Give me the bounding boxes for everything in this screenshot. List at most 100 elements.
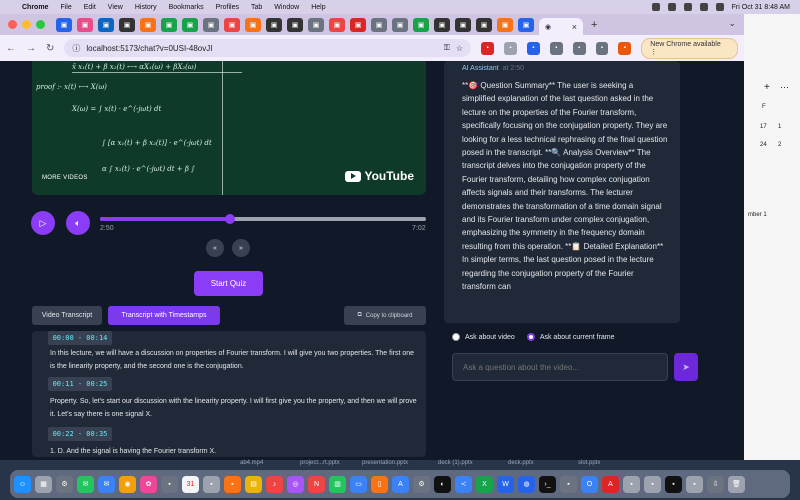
mail-icon[interactable]: ✉ xyxy=(98,475,115,493)
status-icon[interactable] xyxy=(667,3,676,11)
radio-ask-video[interactable]: Ask about video xyxy=(452,333,515,341)
active-tab[interactable]: ◉ × xyxy=(539,18,583,35)
back-icon[interactable]: ← xyxy=(6,43,16,54)
desktop-file[interactable]: ab4.mp4 xyxy=(240,460,263,466)
forward-icon[interactable]: → xyxy=(26,43,36,54)
ask-question-input[interactable] xyxy=(452,353,668,381)
profile-avatar-icon[interactable]: ▪ xyxy=(618,41,632,55)
tab-favicon[interactable]: ▣ xyxy=(476,17,492,32)
tab-favicon[interactable]: ▣ xyxy=(455,17,471,32)
menu-app-name[interactable]: Chrome xyxy=(22,4,48,11)
menu-icon[interactable]: ⋯ xyxy=(780,82,789,93)
control-center-icon[interactable] xyxy=(715,3,724,11)
seek-bar[interactable] xyxy=(100,214,426,224)
word-icon[interactable]: W xyxy=(497,475,514,493)
app-icon[interactable]: ▪ xyxy=(686,475,703,493)
tab-favicon[interactable]: ▣ xyxy=(392,17,408,32)
system-settings-icon[interactable]: ⚙ xyxy=(413,475,430,493)
trash-icon[interactable]: 🗑︎ xyxy=(728,475,745,493)
extension-icon[interactable]: ▪ xyxy=(526,41,540,55)
app-store-icon[interactable]: A xyxy=(392,475,409,493)
tab-favicon[interactable]: ▣ xyxy=(56,17,72,32)
close-window-button[interactable] xyxy=(8,20,17,29)
timestamp-badge[interactable]: 00:22 - 00:35 xyxy=(48,427,112,441)
site-info-icon[interactable]: ⓘ xyxy=(72,43,80,54)
minimize-window-button[interactable] xyxy=(22,20,31,29)
vscode-icon[interactable]: ≺ xyxy=(455,475,472,493)
video-player[interactable]: x̄ x₁(t) + β x₂(t) ⟷ αX₁(ω) + βX₂(ω) pro… xyxy=(32,61,426,195)
tab-favicon[interactable]: ▣ xyxy=(77,17,93,32)
app-icon[interactable]: ▪ xyxy=(665,475,682,493)
desktop-file[interactable]: slot.pptx xyxy=(578,460,600,466)
podcasts-icon[interactable]: ◎ xyxy=(287,475,304,493)
news-icon[interactable]: N xyxy=(308,475,325,493)
close-tab-icon[interactable]: × xyxy=(572,22,577,32)
tab-favicon[interactable]: ▣ xyxy=(497,17,513,32)
menu-profiles[interactable]: Profiles xyxy=(216,4,239,11)
menu-tab[interactable]: Tab xyxy=(251,4,262,11)
radio-dot-selected[interactable] xyxy=(526,333,535,341)
tab-favicon[interactable]: ▣ xyxy=(119,17,135,32)
timestamp-badge[interactable]: 00:00 - 00:14 xyxy=(48,331,112,345)
menu-window[interactable]: Window xyxy=(274,4,299,11)
menu-bookmarks[interactable]: Bookmarks xyxy=(169,4,204,11)
acrobat-icon[interactable]: A xyxy=(602,475,619,493)
tab-transcript-timestamps[interactable]: Transcript with Timestamps xyxy=(108,306,220,325)
bookmark-star-icon[interactable]: ☆ xyxy=(456,44,463,53)
app-icon[interactable]: ▪ xyxy=(560,475,577,493)
tab-favicon[interactable]: ▣ xyxy=(434,17,450,32)
address-bar[interactable]: ⓘ localhost:5173/chat?v=0USI-48ovJI ⚿ ☆ xyxy=(64,39,472,57)
keynote-icon[interactable]: ▭ xyxy=(350,475,367,493)
tab-favicon[interactable]: ▣ xyxy=(98,17,114,32)
photos-icon[interactable]: ✿ xyxy=(140,475,157,493)
finder-icon[interactable]: ☺ xyxy=(14,475,31,493)
tab-favicon[interactable]: ▣ xyxy=(329,17,345,32)
tab-favicon[interactable]: ▣ xyxy=(413,17,429,32)
transcript-panel[interactable]: 00:00 - 00:14 In this lecture, we will h… xyxy=(32,331,426,457)
play-button[interactable]: ▷ xyxy=(31,211,55,235)
more-videos-label[interactable]: MORE VIDEOS xyxy=(42,175,88,181)
menu-edit[interactable]: Edit xyxy=(84,4,96,11)
tab-video-transcript[interactable]: Video Transcript xyxy=(32,306,102,325)
desktop-file[interactable]: deck.pptx xyxy=(508,460,534,466)
downloads-icon[interactable]: ⇩ xyxy=(707,475,724,493)
tab-favicon[interactable]: ▣ xyxy=(140,17,156,32)
menu-view[interactable]: View xyxy=(108,4,123,11)
chrome-icon[interactable]: ◉ xyxy=(119,475,136,493)
app-icon[interactable]: ▪ xyxy=(623,475,640,493)
terminal-icon[interactable]: ›_ xyxy=(539,475,556,493)
tab-favicon[interactable]: ▣ xyxy=(518,17,534,32)
radio-dot[interactable] xyxy=(452,333,460,341)
zoom-window-button[interactable] xyxy=(36,20,45,29)
notes-icon[interactable]: ▤ xyxy=(245,475,262,493)
app-icon[interactable]: ◐ xyxy=(434,475,451,493)
rewind-button[interactable]: « xyxy=(206,239,224,257)
extension-icon[interactable]: ▪ xyxy=(481,41,494,55)
menu-help[interactable]: Help xyxy=(311,4,325,11)
messages-icon[interactable]: ✉ xyxy=(77,475,94,493)
music-icon[interactable]: ♪ xyxy=(266,475,283,493)
tab-favicon[interactable]: ▣ xyxy=(350,17,366,32)
url-text[interactable]: localhost:5173/chat?v=0USI-48ovJI xyxy=(86,44,437,53)
excel-icon[interactable]: X xyxy=(476,475,493,493)
tab-favicon[interactable]: ▣ xyxy=(203,17,219,32)
desktop-file[interactable]: project...rt.pptx xyxy=(300,460,340,466)
volume-button[interactable]: 🔈︎ xyxy=(66,211,90,235)
tab-search-icon[interactable]: ⌄ xyxy=(728,18,736,29)
radio-ask-frame[interactable]: Ask about current frame xyxy=(526,333,615,341)
copy-to-clipboard-button[interactable]: ⧉ Copy to clipboard xyxy=(344,306,426,325)
status-icon[interactable] xyxy=(683,3,692,11)
fast-forward-button[interactable]: » xyxy=(232,239,250,257)
numbers-icon[interactable]: ▥ xyxy=(329,475,346,493)
calendar-icon[interactable]: 31 xyxy=(182,475,199,493)
add-icon[interactable]: + xyxy=(764,82,770,93)
start-quiz-button[interactable]: Start Quiz xyxy=(194,271,263,296)
outlook-icon[interactable]: O xyxy=(581,475,598,493)
app-icon[interactable]: ▪ xyxy=(224,475,241,493)
send-button[interactable]: ➤ xyxy=(674,353,698,381)
tab-favicon[interactable]: ▣ xyxy=(308,17,324,32)
tab-favicon[interactable]: ▣ xyxy=(182,17,198,32)
launchpad-icon[interactable]: ▦ xyxy=(35,475,52,493)
extension-icon[interactable]: ▪ xyxy=(503,41,517,55)
app-icon[interactable]: ▪ xyxy=(161,475,178,493)
